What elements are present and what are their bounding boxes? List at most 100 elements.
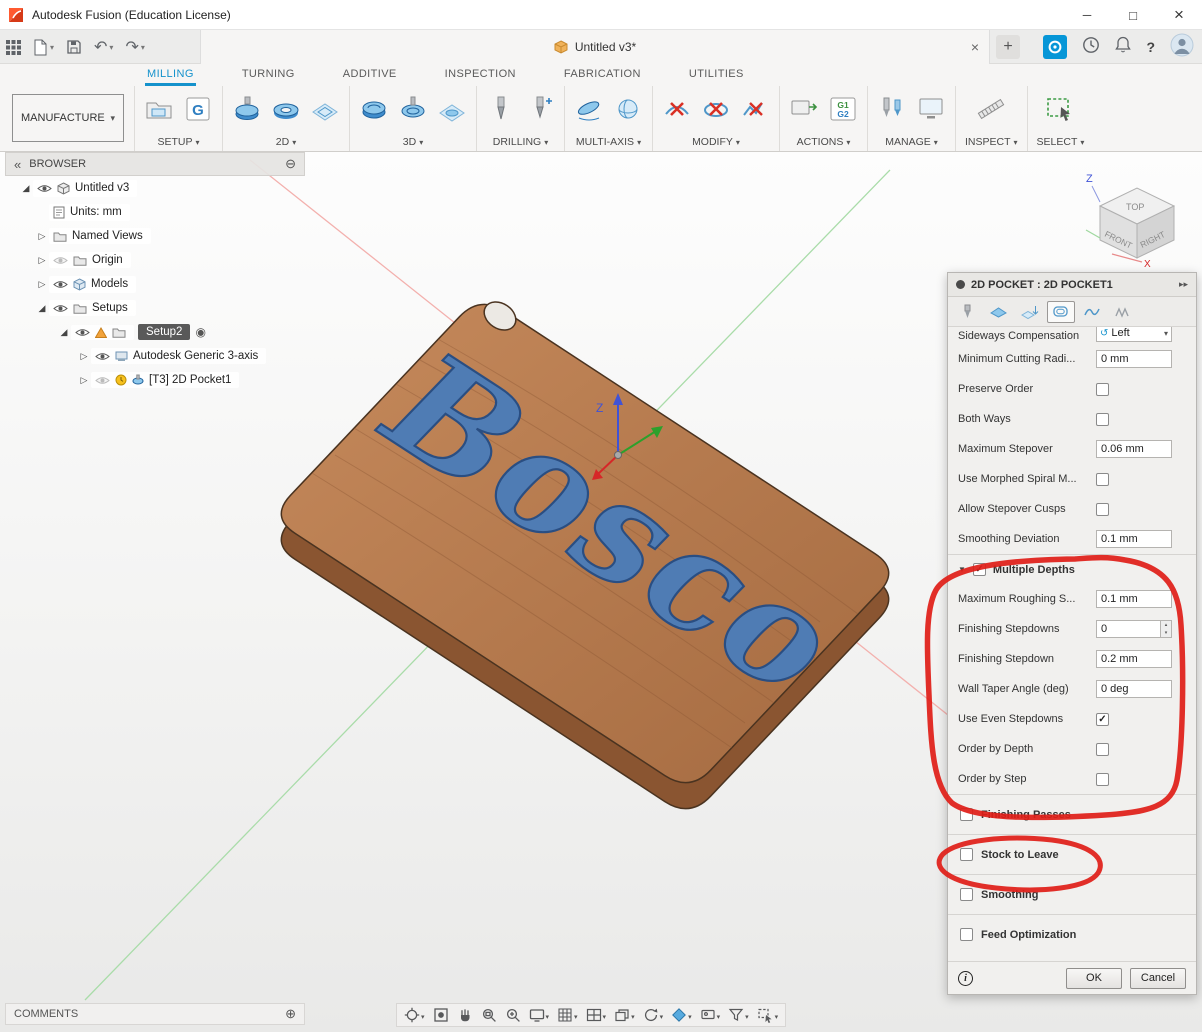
expand-toggle-icon[interactable] [35, 279, 49, 290]
app-grid-icon[interactable] [6, 40, 21, 55]
modify-menu[interactable]: MODIFY [692, 136, 740, 148]
task-manager-button[interactable] [916, 94, 946, 124]
maximum-roughing-stepdown-input[interactable]: 0.1 mm [1096, 590, 1172, 608]
viewports-button[interactable] [583, 1005, 610, 1025]
visibility-eye-icon[interactable] [53, 279, 68, 290]
minimize-panel-icon[interactable] [285, 156, 296, 172]
browser-item-machine[interactable]: Autodesk Generic 3-axis [5, 344, 305, 368]
order-by-depth-checkbox[interactable] [1096, 743, 1109, 756]
finishing-stepdowns-input[interactable]: 0 [1096, 620, 1161, 638]
manage-menu[interactable]: MANAGE [885, 136, 938, 148]
minimize-button[interactable] [1064, 0, 1110, 30]
tool-library-button[interactable] [877, 94, 907, 124]
simulate-button[interactable] [789, 94, 819, 124]
selection-filter-button[interactable] [754, 1005, 782, 1025]
comments-bar[interactable]: COMMENTS [5, 1003, 305, 1025]
dock-arrows-icon[interactable] [1179, 279, 1188, 290]
dialog-scroll-area[interactable]: Sideways Compensation ↺Left Minimum Cutt… [948, 327, 1196, 961]
maximum-stepover-input[interactable]: 0.06 mm [1096, 440, 1172, 458]
browser-item-origin[interactable]: Origin [5, 248, 305, 272]
2d-pocket-button[interactable] [271, 94, 301, 124]
multiple-depths-section-header[interactable]: ✓ Multiple Depths [948, 554, 1196, 584]
both-ways-checkbox[interactable] [1096, 413, 1109, 426]
tab-turning[interactable]: TURNING [240, 65, 297, 86]
drill-button[interactable] [486, 94, 516, 124]
collapse-panel-icon[interactable] [14, 157, 21, 172]
notifications-button[interactable] [1115, 36, 1131, 58]
cancel-button[interactable]: Cancel [1130, 968, 1186, 989]
order-by-step-checkbox[interactable] [1096, 773, 1109, 786]
save-button[interactable] [66, 39, 82, 55]
selected-setup-label[interactable]: Setup2 [138, 324, 190, 340]
visibility-eye-icon[interactable] [37, 183, 52, 194]
stock-to-leave-checkbox[interactable] [960, 848, 973, 861]
edit-toolpath-button[interactable] [740, 94, 770, 124]
expand-toggle-icon[interactable] [77, 351, 91, 362]
visibility-eye-icon[interactable] [95, 351, 110, 362]
post-process-button[interactable]: G1G2 [828, 94, 858, 124]
use-morphed-spiral-checkbox[interactable] [1096, 473, 1109, 486]
3d-menu[interactable]: 3D [403, 136, 423, 148]
finishing-stepdown-input[interactable]: 0.2 mm [1096, 650, 1172, 668]
sideways-compensation-select[interactable]: ↺Left [1096, 327, 1172, 342]
2d-menu[interactable]: 2D [276, 136, 296, 148]
preserve-order-checkbox[interactable] [1096, 383, 1109, 396]
3d-flat-button[interactable] [437, 94, 467, 124]
wall-taper-angle-input[interactable]: 0 deg [1096, 680, 1172, 698]
redo-button[interactable] [125, 37, 144, 57]
multiaxis-menu[interactable]: MULTI-AXIS [576, 136, 641, 148]
browser-header[interactable]: BROWSER [5, 152, 305, 176]
environment-button[interactable] [697, 1005, 724, 1025]
help-button[interactable] [1146, 39, 1155, 55]
geometry-tab[interactable] [985, 301, 1013, 323]
swarf-button[interactable] [574, 94, 604, 124]
add-comment-icon[interactable] [285, 1006, 296, 1022]
grid-display-button[interactable] [554, 1005, 581, 1025]
linking-tab[interactable] [1078, 301, 1106, 323]
minimum-cutting-radius-input[interactable]: 0 mm [1096, 350, 1172, 368]
browser-item-setup2[interactable]: Setup2 [5, 320, 305, 344]
select-menu[interactable]: SELECT [1037, 136, 1085, 148]
setup-menu[interactable]: SETUP [157, 136, 199, 148]
tab-fabrication[interactable]: FABRICATION [562, 65, 643, 86]
tool-tab[interactable] [954, 301, 982, 323]
new-tab-button[interactable] [996, 35, 1020, 59]
expand-toggle-icon[interactable] [35, 231, 49, 242]
display-settings-button[interactable] [526, 1005, 553, 1025]
finishing-passes-section[interactable]: Finishing Passes [948, 794, 1196, 834]
look-at-button[interactable] [430, 1005, 452, 1025]
allow-stepover-cusps-checkbox[interactable] [1096, 503, 1109, 516]
2d-contour-button[interactable] [310, 94, 340, 124]
finishing-passes-checkbox[interactable] [960, 808, 973, 821]
extra-tab[interactable] [1109, 301, 1137, 323]
stock-to-leave-section[interactable]: Stock to Leave [948, 834, 1196, 874]
3d-pocket-button[interactable] [398, 94, 428, 124]
visibility-eye-icon[interactable] [75, 327, 90, 338]
browser-item-2d-pocket1[interactable]: [T3] 2D Pocket1 [5, 368, 305, 392]
orbit-button[interactable] [401, 1005, 428, 1025]
user-avatar[interactable] [1170, 33, 1194, 62]
zoom-button[interactable] [502, 1005, 524, 1025]
view-cube[interactable]: Z TOP FRONT RIGHT X [1078, 166, 1196, 275]
close-button[interactable] [1156, 0, 1202, 30]
inspect-menu[interactable]: INSPECT [965, 136, 1018, 148]
tab-utilities[interactable]: UTILITIES [687, 65, 746, 86]
zoom-window-button[interactable] [478, 1005, 500, 1025]
browser-item-named-views[interactable]: Named Views [5, 224, 305, 248]
2d-face-button[interactable] [232, 94, 262, 124]
document-tab[interactable]: Untitled v3* [200, 30, 990, 64]
3d-adaptive-button[interactable] [359, 94, 389, 124]
trim-toolpath-button[interactable] [662, 94, 692, 124]
expand-toggle-icon[interactable] [57, 327, 71, 338]
visual-style-button[interactable] [611, 1005, 638, 1025]
tab-inspection[interactable]: INSPECTION [443, 65, 518, 86]
multiple-depths-checkbox[interactable]: ✓ [973, 563, 986, 576]
material-button[interactable] [668, 1005, 695, 1025]
delete-passes-button[interactable] [701, 94, 731, 124]
actions-menu[interactable]: ACTIONS [797, 136, 851, 148]
expand-toggle-icon[interactable] [77, 375, 91, 386]
visibility-off-eye-icon[interactable] [53, 255, 68, 266]
measure-button[interactable] [974, 94, 1008, 124]
heights-tab[interactable] [1016, 301, 1044, 323]
workspace-selector[interactable]: MANUFACTURE [12, 94, 124, 142]
